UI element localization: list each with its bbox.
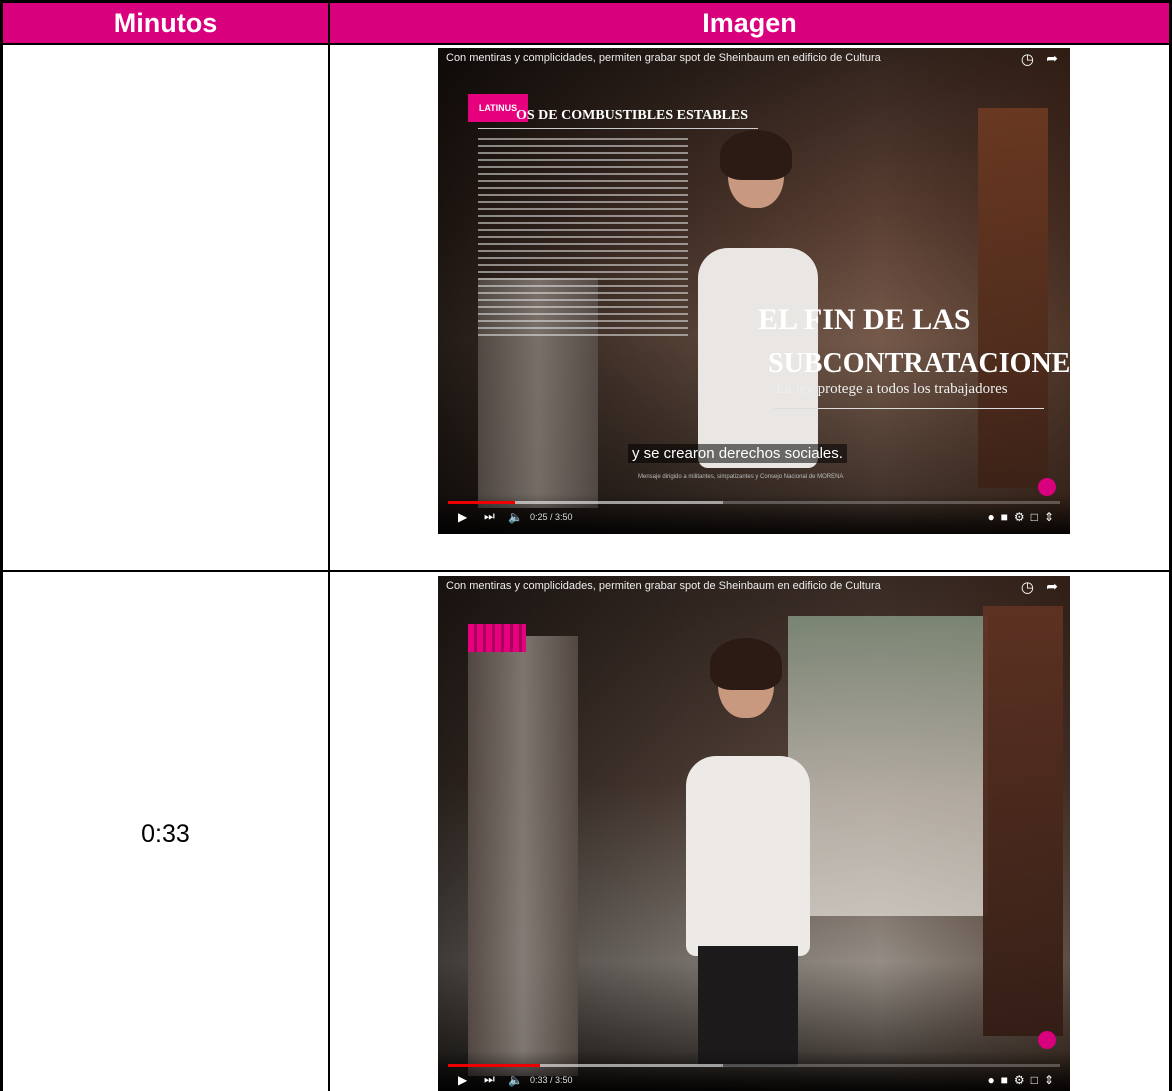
footer-note: Mensaje dirigido a militantes, simpatiza… xyxy=(638,474,844,480)
table-divider-header xyxy=(0,43,1172,45)
doorway xyxy=(983,606,1063,1036)
share-icon[interactable]: ➦ xyxy=(1046,50,1058,67)
column-header-imagen: Imagen xyxy=(330,3,1169,43)
overlay-title-line1: EL FIN DE LAS xyxy=(758,303,971,336)
video-frame-2[interactable]: Con mentiras y complicidades, permiten g… xyxy=(438,576,1070,1091)
column-pillar xyxy=(468,636,578,1076)
volume-icon[interactable]: 🔈 xyxy=(508,510,523,524)
table-divider-row xyxy=(0,570,1172,572)
play-icon[interactable]: ▶ xyxy=(458,510,467,524)
subtitle-underline xyxy=(774,408,1044,409)
progress-bar[interactable] xyxy=(448,501,1060,504)
headline-underline xyxy=(478,128,758,129)
overlay-subtitle: La ley protege a todos los trabajadores xyxy=(776,381,1008,397)
article-headline: OS DE COMBUSTIBLES ESTABLES xyxy=(516,108,748,123)
next-icon[interactable]: ⏭ xyxy=(484,509,495,524)
column-header-minutos: Minutos xyxy=(3,3,328,43)
clock-icon[interactable]: ◷ xyxy=(1021,50,1034,68)
table-border-top xyxy=(0,0,1172,3)
play-icon[interactable]: ▶ xyxy=(458,1073,467,1087)
share-icon[interactable]: ➦ xyxy=(1046,578,1058,595)
table-row-2-minute: 0:33 xyxy=(141,820,190,848)
video-time: 0:33 / 3:50 xyxy=(530,1075,573,1085)
video-title: Con mentiras y complicidades, permiten g… xyxy=(446,580,881,592)
player-controls xyxy=(438,1051,1070,1091)
video-time: 0:25 / 3:50 xyxy=(530,512,573,522)
progress-fill xyxy=(448,501,516,504)
table-divider-column xyxy=(328,0,330,1091)
latinus-logo-bars xyxy=(468,624,526,652)
overlay-title-line2: SUBCONTRATACIONES xyxy=(768,348,1070,379)
player-settings-icons[interactable]: ●■⚙□⇕ xyxy=(987,510,1060,524)
video-title: Con mentiras y complicidades, permiten g… xyxy=(446,52,881,64)
next-icon[interactable]: ⏭ xyxy=(484,1072,495,1087)
person-figure xyxy=(668,638,828,1066)
channel-badge-icon xyxy=(1038,1031,1056,1049)
clock-icon[interactable]: ◷ xyxy=(1021,578,1034,596)
player-settings-icons[interactable]: ●■⚙□⇕ xyxy=(987,1073,1060,1087)
video-caption: y se crearon derechos sociales. xyxy=(628,444,847,463)
doorway xyxy=(978,108,1048,488)
volume-icon[interactable]: 🔈 xyxy=(508,1073,523,1087)
progress-bar[interactable] xyxy=(448,1064,1060,1067)
table-border-left xyxy=(0,0,3,1091)
progress-fill xyxy=(448,1064,540,1067)
video-frame-1[interactable]: Con mentiras y complicidades, permiten g… xyxy=(438,48,1070,534)
article-body xyxy=(478,138,688,338)
